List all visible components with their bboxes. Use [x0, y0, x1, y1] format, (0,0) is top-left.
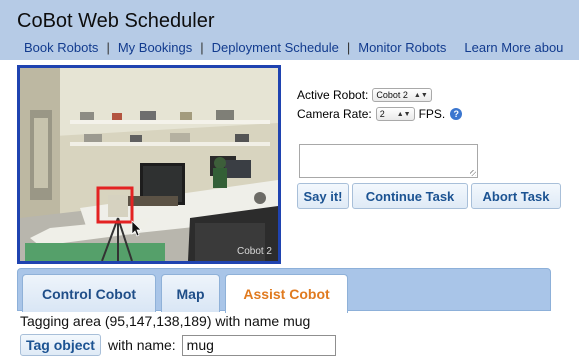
- tagging-status: Tagging area (95,147,138,189) with name …: [20, 313, 311, 329]
- nav-bar: Book Robots | My Bookings | Deployment Sched…: [24, 40, 563, 55]
- select-arrows-icon: ▲▼: [396, 110, 411, 118]
- camera-rate-value: 2: [379, 109, 385, 119]
- camera-feed[interactable]: Cobot 2: [17, 65, 281, 264]
- camera-rate-label: Camera Rate:: [297, 107, 372, 121]
- nav-monitor-robots[interactable]: Monitor Robots: [358, 40, 446, 55]
- nav-separator: |: [346, 40, 351, 55]
- camera-overlay-label: Cobot 2: [236, 246, 272, 257]
- tab-bar: Control Cobot Map Assist Cobot: [17, 268, 551, 313]
- tag-name-label: with name:: [107, 337, 176, 353]
- nav-deployment-schedule[interactable]: Deployment Schedule: [212, 40, 339, 55]
- camera-rate-row: Camera Rate: 2 ▲▼ FPS. ?: [297, 105, 463, 123]
- camera-rate-select[interactable]: 2 ▲▼: [375, 107, 415, 121]
- speech-textarea[interactable]: [299, 144, 478, 178]
- tab-control-cobot[interactable]: Control Cobot: [22, 274, 156, 312]
- nav-separator: |: [106, 40, 110, 55]
- select-arrows-icon: ▲▼: [413, 91, 428, 99]
- nav-learn-more[interactable]: Learn More abou: [464, 40, 563, 55]
- nav-my-bookings[interactable]: My Bookings: [118, 40, 192, 55]
- say-it-button[interactable]: Say it!: [297, 183, 349, 209]
- active-robot-select[interactable]: Cobot 2 ▲▼: [372, 88, 432, 102]
- resize-handle-icon[interactable]: [470, 170, 476, 176]
- active-robot-label: Active Robot:: [297, 88, 369, 102]
- abort-task-button[interactable]: Abort Task: [471, 183, 561, 209]
- fps-label: FPS.: [418, 107, 446, 121]
- tag-object-row: Tag object with name:: [20, 333, 336, 357]
- header-bar: CoBot Web Scheduler Book Robots | My Booki…: [0, 0, 579, 60]
- robot-controls: Active Robot: Cobot 2 ▲▼ Camera Rate: 2 …: [297, 86, 463, 123]
- camera-image[interactable]: [20, 68, 278, 261]
- active-robot-row: Active Robot: Cobot 2 ▲▼: [297, 86, 462, 104]
- app-title: CoBot Web Scheduler: [17, 10, 215, 32]
- active-robot-value: Cobot 2: [376, 90, 408, 100]
- tag-object-button[interactable]: Tag object: [20, 334, 101, 356]
- tab-assist-cobot[interactable]: Assist Cobot: [225, 274, 348, 313]
- tab-map[interactable]: Map: [161, 274, 220, 312]
- help-icon[interactable]: ?: [450, 108, 463, 120]
- continue-task-button[interactable]: Continue Task: [352, 183, 468, 209]
- nav-book-robots[interactable]: Book Robots: [24, 40, 98, 55]
- tag-name-input[interactable]: [181, 334, 336, 356]
- nav-separator: |: [200, 40, 204, 55]
